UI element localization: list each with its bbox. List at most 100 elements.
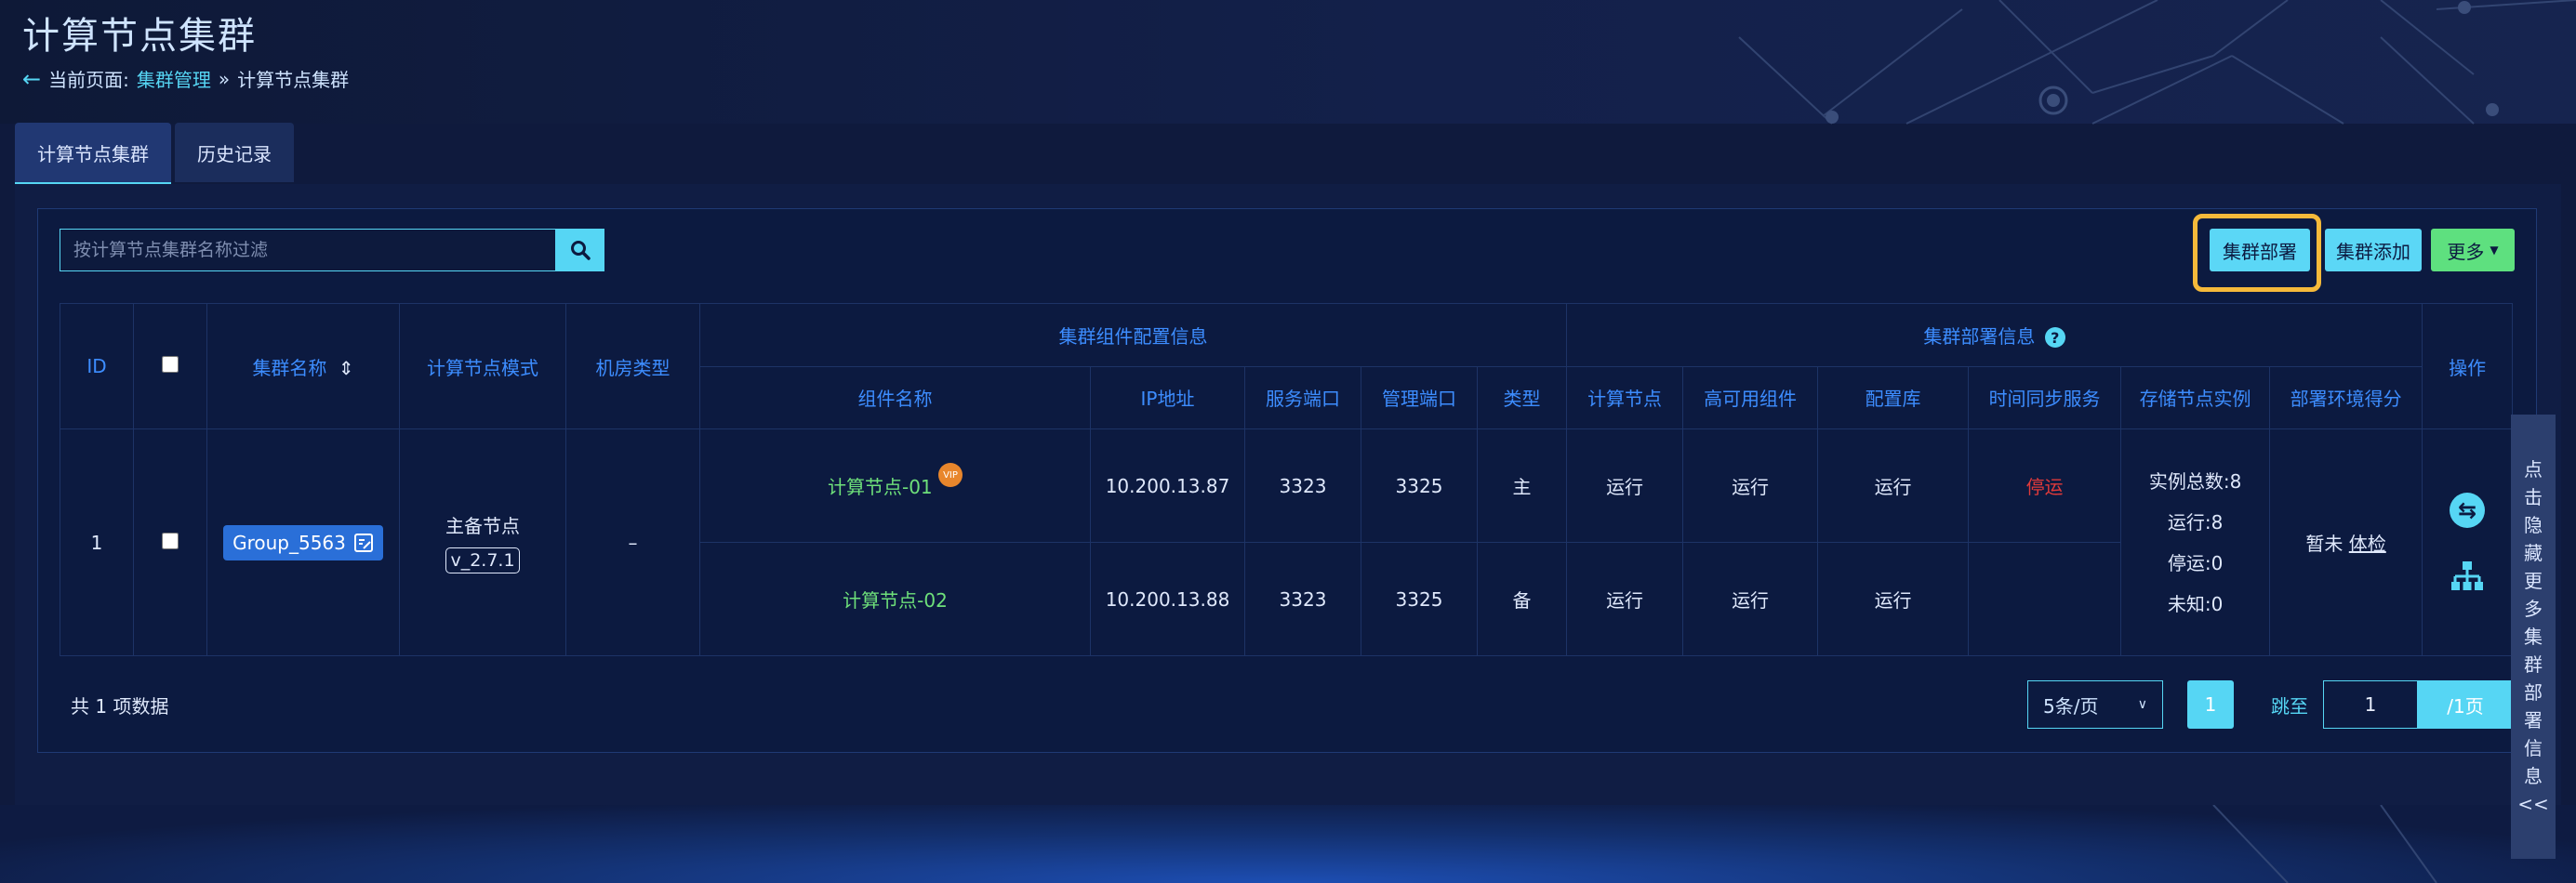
side-tab-char: 击 [2524, 486, 2543, 508]
subheader-time-sync: 时间同步服务 [1968, 365, 2122, 429]
more-label: 更多 [2447, 240, 2485, 263]
header-room-type: 机房类型 [565, 303, 700, 429]
subheader-storage: 存储节点实例 [2120, 365, 2271, 429]
row-checkbox[interactable] [162, 532, 179, 549]
toggle-deploy-info-panel[interactable]: 点 击 隐 藏 更 多 集 群 部 署 信 息 << [2511, 415, 2556, 859]
mode-label: 主备节点 [445, 515, 520, 537]
help-icon[interactable]: ? [2044, 327, 2065, 349]
cell-id: 1 [60, 428, 134, 656]
header-select-all [133, 303, 207, 429]
cell-ha: 运行 [1682, 542, 1819, 656]
cell-select [133, 428, 207, 656]
cell-service-port: 3323 [1244, 542, 1361, 656]
cell-mgmt-port: 3325 [1361, 542, 1478, 656]
cell-compute-node: 运行 [1566, 428, 1684, 543]
breadcrumb-prefix: 当前页面: [48, 69, 129, 91]
cell-compute-node: 运行 [1566, 542, 1684, 656]
header-mode: 计算节点模式 [399, 303, 566, 429]
topology-icon[interactable] [2450, 560, 2484, 593]
side-tab-char: 集 [2524, 626, 2543, 648]
page-title: 计算节点集群 [22, 15, 257, 58]
side-tab-char: 信 [2524, 737, 2543, 759]
cell-score: 暂未 体检 [2269, 428, 2423, 656]
cell-name: Group_5563 [206, 428, 400, 656]
cell-time-sync: 停运 [1968, 428, 2122, 543]
cell-component-name: 计算节点-01 VIP [699, 428, 1091, 543]
header-name[interactable]: 集群名称 ⇕ [206, 303, 400, 429]
side-tab-char: 藏 [2524, 542, 2543, 564]
cell-service-port: 3323 [1244, 428, 1361, 543]
search-icon [571, 241, 591, 260]
subheader-component-name: 组件名称 [699, 365, 1091, 429]
health-check-link[interactable]: 体检 [2349, 533, 2386, 555]
cell-config-db: 运行 [1817, 428, 1970, 543]
select-all-checkbox[interactable] [162, 356, 179, 373]
side-tab-char: 点 [2524, 458, 2543, 481]
score-text: 暂未 [2305, 533, 2344, 555]
storage-stopped: 停运:0 [2167, 551, 2224, 574]
search-input[interactable] [60, 229, 556, 271]
breadcrumb-current: 计算节点集群 [237, 69, 350, 91]
cell-type: 主 [1476, 428, 1568, 543]
side-tab-char: 署 [2524, 709, 2543, 731]
side-tab-char: 群 [2524, 653, 2543, 676]
cell-mode: 主备节点 v_2.7.1 [399, 428, 566, 656]
more-dropdown-button[interactable]: 更多 ▼ [2431, 229, 2515, 271]
storage-running: 运行:8 [2167, 510, 2224, 534]
subheader-compute-node: 计算节点 [1566, 365, 1684, 429]
cluster-add-button[interactable]: 集群添加 [2325, 229, 2422, 271]
back-arrow-icon[interactable]: ← [22, 66, 41, 92]
side-tab-char: 息 [2524, 765, 2543, 787]
subheader-ha: 高可用组件 [1682, 365, 1819, 429]
breadcrumb-parent-link[interactable]: 集群管理 [137, 65, 211, 92]
header-deploy-info-label: 集群部署信息 [1923, 324, 2036, 348]
storage-total: 实例总数:8 [2148, 469, 2242, 493]
cell-room-type: – [565, 428, 700, 656]
jump-go-button[interactable]: /1页 [2418, 680, 2513, 729]
page-size-value: 5条/页 [2043, 694, 2099, 718]
total-count: 共 1 项数据 [71, 695, 169, 718]
switch-icon[interactable]: ⇆ [2450, 492, 2486, 528]
subheader-ip: IP地址 [1090, 365, 1245, 429]
header-name-label: 集群名称 [252, 356, 327, 379]
cell-type: 备 [1476, 542, 1568, 656]
vip-badge-text: VIP [943, 469, 958, 481]
side-tab-char: 更 [2524, 570, 2543, 592]
table-row: 1 Group_5563 主备节点 v_2.7.1 – 计算节点-01 VIP [60, 428, 2514, 656]
cell-ip: 10.200.13.88 [1090, 542, 1245, 656]
subheader-score: 部署环境得分 [2269, 365, 2423, 429]
cluster-name-tag[interactable]: Group_5563 [223, 524, 383, 560]
breadcrumb: ← 当前页面: 集群管理 » 计算节点集群 [22, 65, 349, 92]
subheader-type: 类型 [1476, 365, 1568, 429]
page-button-current[interactable]: 1 [2187, 680, 2234, 729]
jump-page-input[interactable] [2323, 680, 2418, 729]
version-badge: v_2.7.1 [445, 547, 520, 573]
cell-mgmt-port: 3325 [1361, 428, 1478, 543]
subheader-mgmt-port: 管理端口 [1361, 365, 1478, 429]
chevron-down-icon: ∨ [2137, 697, 2147, 712]
side-tab-char: 多 [2524, 598, 2543, 620]
search-button[interactable] [556, 229, 604, 271]
cell-component-name: 计算节点-02 [699, 542, 1091, 656]
sort-icon[interactable]: ⇕ [339, 357, 354, 379]
cell-storage: 实例总数:8 运行:8 停运:0 未知:0 [2120, 428, 2271, 656]
cell-time-sync [1968, 542, 2122, 656]
tab-bar: 计算节点集群 历史记录 [15, 123, 294, 185]
cluster-table: ID 集群名称 ⇕ 计算节点模式 机房类型 集群组件配置信息 集群部署信息 ? … [60, 303, 2514, 656]
component-name[interactable]: 计算节点-01 [828, 476, 933, 498]
edit-icon[interactable] [353, 533, 374, 553]
cluster-deploy-button[interactable]: 集群部署 [2210, 229, 2310, 271]
cell-config-db: 运行 [1817, 542, 1970, 656]
cell-ip: 10.200.13.87 [1090, 428, 1245, 543]
component-name[interactable]: 计算节点-02 [843, 589, 948, 612]
header-background [0, 0, 2576, 124]
side-tab-char: << [2517, 793, 2549, 815]
header-id: ID [60, 303, 134, 429]
breadcrumb-separator: » [218, 67, 231, 90]
page-size-select[interactable]: 5条/页 ∨ [2027, 680, 2163, 729]
subheader-service-port: 服务端口 [1244, 365, 1361, 429]
caret-down-icon: ▼ [2490, 244, 2499, 257]
tab-history[interactable]: 历史记录 [175, 123, 294, 182]
side-tab-char: 部 [2524, 681, 2543, 704]
tab-compute-cluster[interactable]: 计算节点集群 [15, 123, 171, 185]
